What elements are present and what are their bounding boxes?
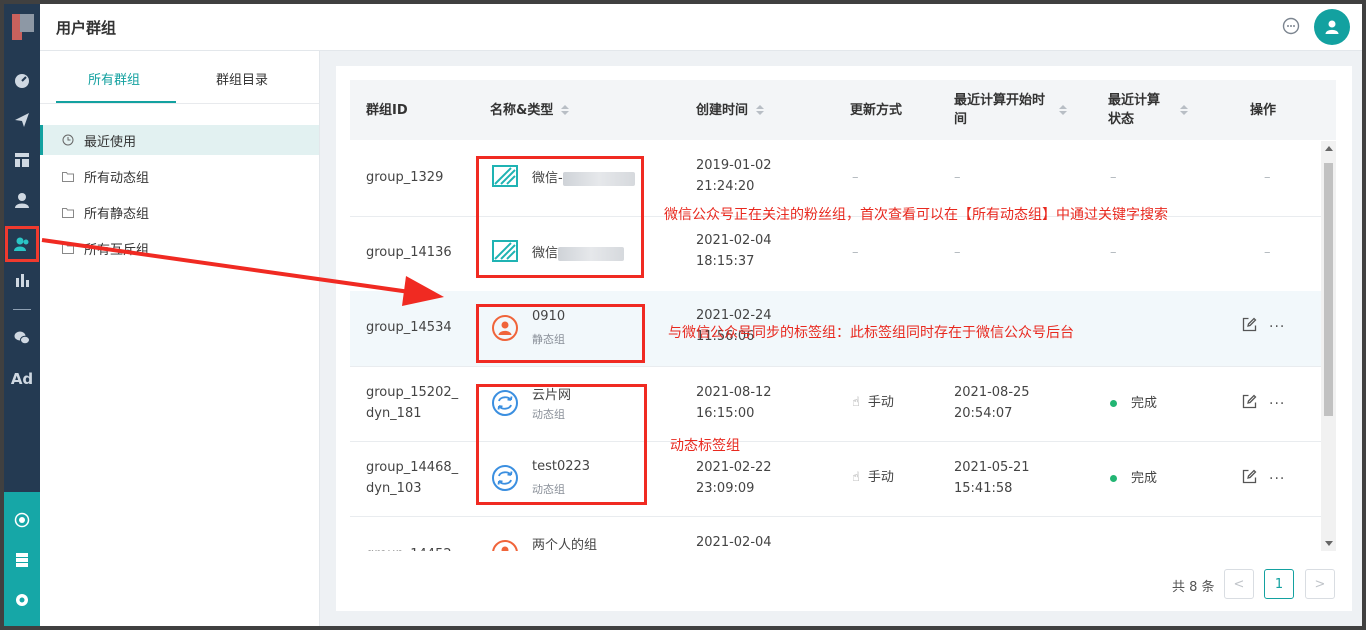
annotation-arrow	[41, 238, 444, 306]
app-window: Ad 用户群组 所有群组 群组目录 最近使用 所有动态组 所有静态组 群组ID …	[4, 4, 1362, 626]
